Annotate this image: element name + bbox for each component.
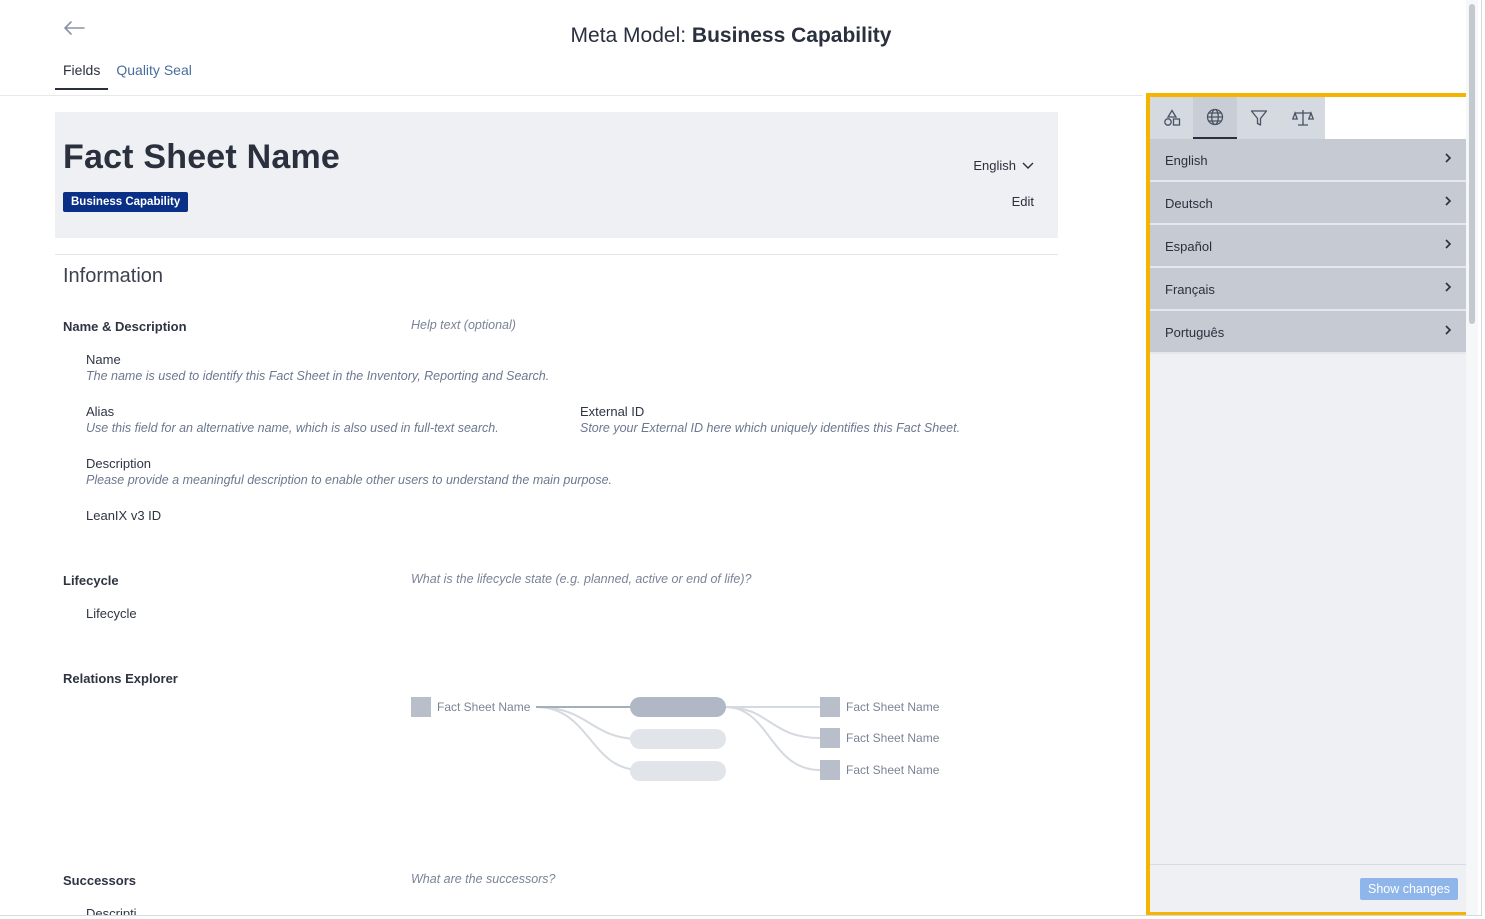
- section-heading: Information: [63, 265, 164, 287]
- center-pill: [630, 729, 726, 749]
- scrollbar-thumb[interactable]: [1469, 4, 1475, 324]
- language-item-label: Français: [1165, 282, 1215, 297]
- chevron-right-icon: [1444, 323, 1452, 341]
- right-node-label: Fact Sheet Name: [846, 700, 940, 714]
- field-desc-external-id[interactable]: Store your External ID here which unique…: [580, 421, 960, 435]
- field-label-leanix-id[interactable]: LeanIX v3 ID: [86, 508, 161, 523]
- page-title: Meta Model: Business Capability: [0, 24, 1462, 48]
- panel-footer-divider: [1150, 864, 1466, 865]
- translation-side-panel: English Deutsch Español Français Portugu…: [1146, 93, 1470, 915]
- left-node-square: [411, 697, 431, 717]
- language-item-portugues[interactable]: Português: [1150, 311, 1466, 354]
- language-list: English Deutsch Español Français Portugu…: [1150, 139, 1466, 354]
- header-divider: [0, 95, 1143, 96]
- chevron-right-icon: [1444, 151, 1452, 169]
- edit-button[interactable]: Edit: [1012, 194, 1034, 209]
- right-node-label: Fact Sheet Name: [846, 763, 940, 777]
- center-pill-active: [630, 697, 726, 717]
- chevron-right-icon: [1444, 237, 1452, 255]
- field-desc-description[interactable]: Please provide a meaningful description …: [86, 473, 612, 487]
- field-label-external-id[interactable]: External ID: [580, 404, 644, 419]
- field-label-alias[interactable]: Alias: [86, 404, 114, 419]
- group-label-lifecycle: Lifecycle: [63, 573, 119, 588]
- field-label-description[interactable]: Description: [86, 456, 151, 471]
- group-help-name-description[interactable]: Help text (optional): [411, 318, 516, 332]
- page-title-main: Business Capability: [691, 24, 892, 47]
- field-desc-alias[interactable]: Use this field for an alternative name, …: [86, 421, 499, 435]
- relations-explorer-preview: Fact Sheet Name Fact Sheet Name Fact She…: [411, 697, 940, 781]
- filter-icon[interactable]: [1237, 97, 1281, 139]
- fact-sheet-type-badge: Business Capability: [63, 192, 189, 212]
- chevron-right-icon: [1444, 194, 1452, 212]
- chevron-right-icon: [1444, 280, 1452, 298]
- tab-fields[interactable]: Fields: [55, 62, 109, 90]
- language-item-francais[interactable]: Français: [1150, 268, 1466, 311]
- language-item-label: English: [1165, 153, 1208, 168]
- show-changes-button[interactable]: Show changes: [1359, 878, 1458, 900]
- language-item-english[interactable]: English: [1150, 139, 1466, 182]
- group-help-lifecycle[interactable]: What is the lifecycle state (e.g. planne…: [411, 572, 751, 586]
- center-pill: [630, 761, 726, 781]
- field-label-name[interactable]: Name: [86, 352, 121, 367]
- fact-sheet-header: Fact Sheet Name Business Capability Engl…: [55, 112, 1058, 238]
- language-select-value: English: [973, 158, 1016, 173]
- group-label-relations-explorer: Relations Explorer: [63, 671, 178, 686]
- language-item-label: Deutsch: [1165, 196, 1213, 211]
- field-label-lifecycle[interactable]: Lifecycle: [86, 606, 137, 621]
- field-label-successors-description[interactable]: Descripti: [86, 906, 137, 915]
- chevron-down-icon: [1022, 158, 1034, 173]
- group-label-successors: Successors: [63, 873, 136, 888]
- right-node-square: [820, 728, 840, 748]
- page-title-prefix: Meta Model:: [570, 24, 692, 47]
- tab-bar: Fields Quality Seal: [55, 62, 200, 90]
- right-node-square: [820, 760, 840, 780]
- left-node-label: Fact Sheet Name: [437, 700, 531, 714]
- fact-sheet-title: Fact Sheet Name: [63, 138, 340, 176]
- group-help-successors[interactable]: What are the successors?: [411, 872, 556, 886]
- language-item-deutsch[interactable]: Deutsch: [1150, 182, 1466, 225]
- app-window: Meta Model: Business Capability Fields Q…: [0, 0, 1482, 916]
- right-node-square: [820, 697, 840, 717]
- tab-quality-seal[interactable]: Quality Seal: [108, 62, 199, 90]
- language-select[interactable]: English: [973, 158, 1034, 173]
- language-item-label: Português: [1165, 325, 1225, 340]
- right-node-label: Fact Sheet Name: [846, 731, 940, 745]
- field-desc-name[interactable]: The name is used to identify this Fact S…: [86, 369, 549, 383]
- globe-icon[interactable]: [1193, 97, 1237, 139]
- shapes-icon[interactable]: [1150, 97, 1194, 139]
- panel-toolbar: [1150, 97, 1466, 139]
- section-divider: [55, 254, 1058, 255]
- language-item-label: Español: [1165, 239, 1212, 254]
- language-item-espanol[interactable]: Español: [1150, 225, 1466, 268]
- group-label-name-description: Name & Description: [63, 319, 187, 334]
- scale-icon[interactable]: [1281, 97, 1325, 139]
